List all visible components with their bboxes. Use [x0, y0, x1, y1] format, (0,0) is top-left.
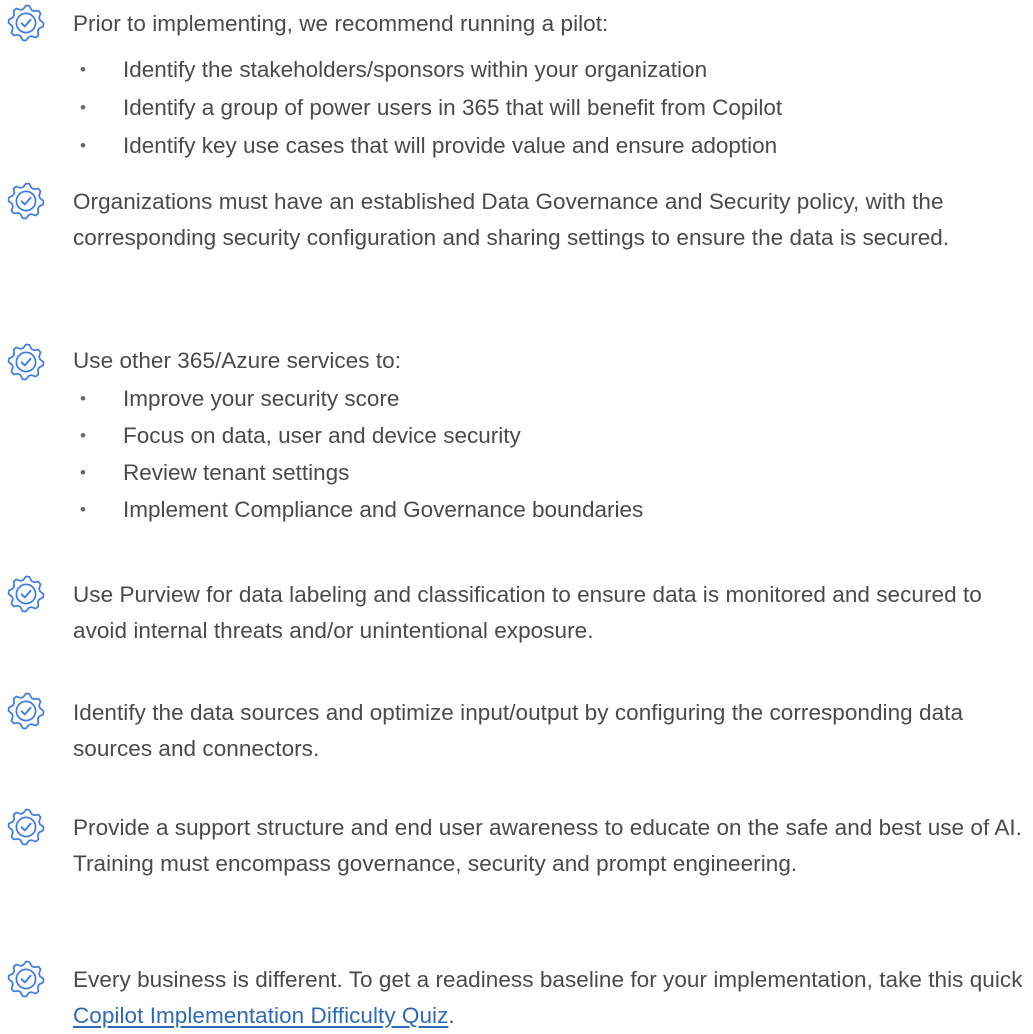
bullet-dot: •	[80, 389, 86, 408]
bullet-text: Implement Compliance and Governance boun…	[123, 497, 644, 522]
bullet-text: Focus on data, user and device security	[123, 423, 521, 448]
list-item: • Identify a group of power users in 365…	[0, 90, 1033, 126]
bullet-dot: •	[80, 136, 86, 155]
bullet-dot: •	[80, 426, 86, 445]
list-item: • Focus on data, user and device securit…	[0, 418, 1033, 454]
bullet-dot: •	[80, 98, 86, 117]
gear-check-icon	[6, 342, 46, 382]
item-text: Use Purview for data labeling and classi…	[73, 582, 982, 643]
bullet-dot: •	[80, 463, 86, 482]
item-text: Identify the data sources and optimize i…	[73, 700, 964, 761]
bullet-dot: •	[80, 500, 86, 519]
gear-check-icon	[6, 959, 46, 999]
quiz-intro-text: Every business is different. To get a re…	[73, 967, 1023, 992]
bullet-text: Identify the stakeholders/sponsors withi…	[123, 57, 708, 82]
bullet-text: Identify key use cases that will provide…	[123, 133, 778, 158]
item-text: Provide a support structure and end user…	[73, 815, 1023, 876]
gear-check-icon	[6, 807, 46, 847]
bullet-dot: •	[80, 60, 86, 79]
bullet-text: Review tenant settings	[123, 460, 350, 485]
list-item: • Review tenant settings	[0, 455, 1033, 491]
item-text: Organizations must have an established D…	[73, 189, 950, 250]
list-item: • Identify key use cases that will provi…	[0, 128, 1033, 164]
gear-check-icon	[6, 574, 46, 614]
item-text: Every business is different. To get a re…	[73, 962, 1028, 1034]
list-item: • Improve your security score	[0, 381, 1033, 417]
bullet-text: Improve your security score	[123, 386, 400, 411]
gear-check-icon	[6, 181, 46, 221]
item-text: Prior to implementing, we recommend runn…	[73, 11, 609, 36]
bullet-text: Identify a group of power users in 365 t…	[123, 95, 783, 120]
gear-check-icon	[6, 3, 46, 43]
quiz-link[interactable]: Copilot Implementation Difficulty Quiz	[73, 1003, 448, 1028]
quiz-period: .	[448, 1003, 455, 1028]
item-text: Use other 365/Azure services to:	[73, 348, 402, 373]
gear-check-icon	[6, 691, 46, 731]
list-item: • Implement Compliance and Governance bo…	[0, 492, 1033, 528]
list-item: • Identify the stakeholders/sponsors wit…	[0, 52, 1033, 88]
